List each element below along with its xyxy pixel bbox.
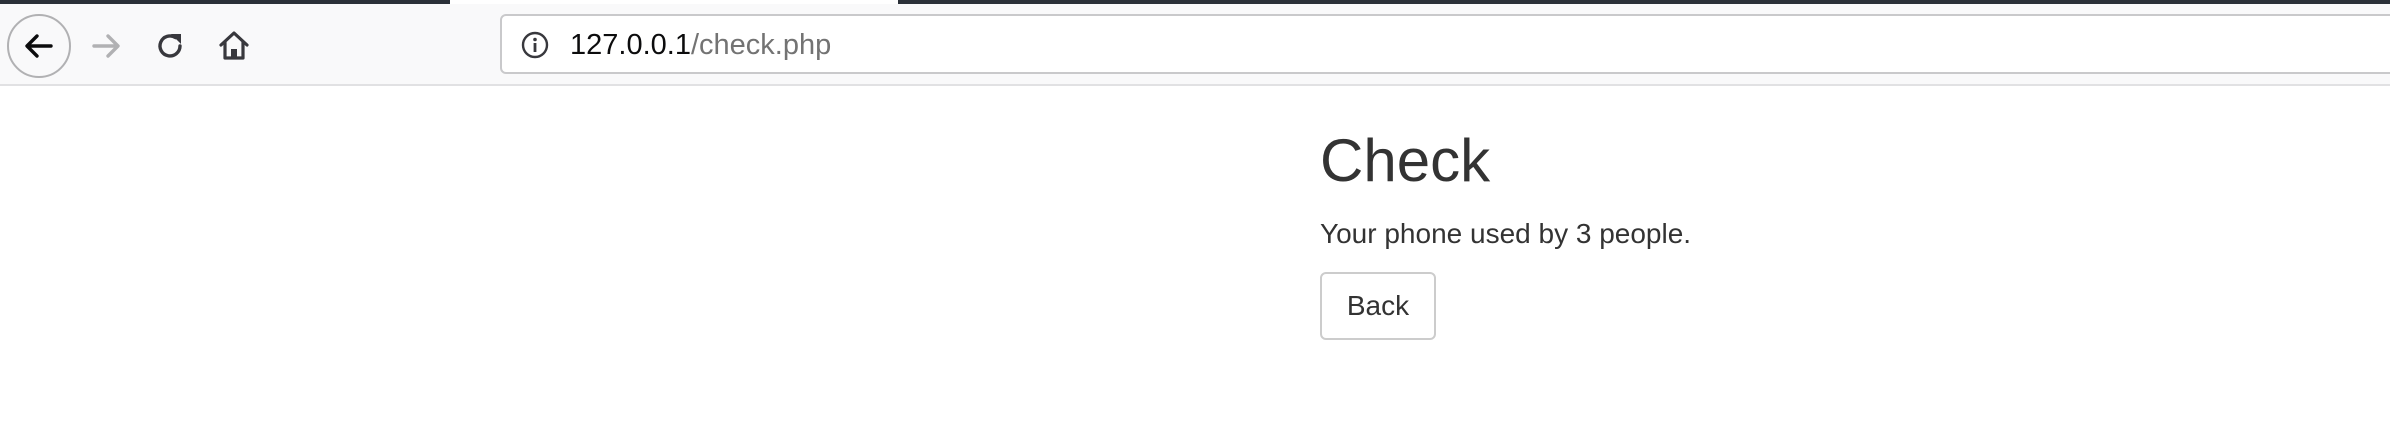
back-link-button[interactable]: Back: [1320, 272, 1436, 340]
status-message: Your phone used by 3 people.: [1320, 218, 1692, 249]
home-icon: [219, 31, 249, 60]
page-title: Check: [1320, 127, 1491, 194]
back-button[interactable]: [7, 14, 71, 78]
url-host: 127.0.0.1: [570, 29, 691, 61]
home-button[interactable]: [202, 14, 266, 78]
reload-icon: [158, 34, 182, 58]
url-text[interactable]: 127.0.0.1/check.php: [570, 28, 831, 62]
url-path: /check.php: [690, 29, 832, 61]
arrow-right-icon: [92, 34, 120, 58]
arrow-left-icon: [25, 34, 53, 58]
browser-toolbar: 127.0.0.1/check.php: [0, 4, 2390, 86]
forward-button[interactable]: [74, 14, 138, 78]
reload-button[interactable]: [138, 14, 202, 78]
info-circle-icon[interactable]: [520, 30, 550, 60]
url-bar[interactable]: 127.0.0.1/check.php: [500, 14, 2390, 74]
